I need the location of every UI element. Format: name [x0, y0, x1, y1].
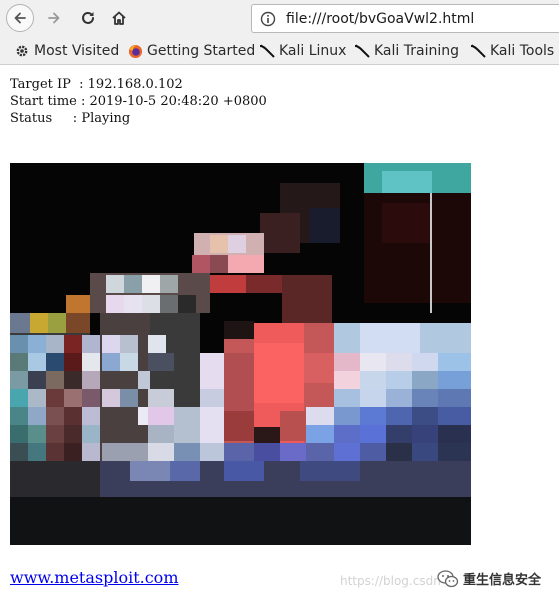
- gear-icon: [14, 43, 30, 59]
- page-content: Target IP : 192.168.0.102 Start time : 2…: [0, 66, 559, 604]
- bookmark-label: Kali Tools: [490, 43, 555, 59]
- kali-icon: [354, 43, 370, 59]
- forward-button[interactable]: [40, 4, 68, 32]
- back-button[interactable]: [6, 4, 34, 32]
- watermark-brand-label: 重生信息安全: [463, 573, 542, 588]
- bookmark-label: Getting Started: [147, 43, 256, 59]
- bookmark-kali-tools[interactable]: Kali Tools: [470, 42, 554, 60]
- bookmark-label: Most Visited: [34, 43, 120, 59]
- bookmark-label: Kali Training: [374, 43, 459, 59]
- navigation-toolbar: file:///root/bvGoaVwl2.html: [0, 0, 559, 37]
- arrow-right-icon: [48, 12, 60, 24]
- kali-icon: [259, 43, 275, 59]
- arrow-left-icon: [14, 12, 26, 24]
- kali-icon: [470, 43, 486, 59]
- bookmarks-toolbar: Most Visited Getting Started Kali Linux …: [0, 37, 559, 65]
- metasploit-link[interactable]: www.metasploit.com: [10, 568, 178, 587]
- home-button[interactable]: [105, 4, 133, 32]
- reload-icon: [82, 11, 94, 24]
- watermark-url: https://blog.csdn: [340, 574, 441, 588]
- bookmark-kali-training[interactable]: Kali Training: [354, 42, 459, 60]
- address-bar[interactable]: file:///root/bvGoaVwl2.html: [251, 4, 559, 33]
- webcam-stream-image: [10, 163, 471, 545]
- firefox-icon: [127, 43, 143, 59]
- bookmark-label: Kali Linux: [279, 43, 347, 59]
- bookmark-getting-started[interactable]: Getting Started: [127, 42, 255, 60]
- info-icon[interactable]: [260, 11, 276, 27]
- wechat-icon: [437, 569, 459, 587]
- start-time-line: Start time : 2019-10-5 20:48:20 +0800: [10, 94, 267, 109]
- bookmark-kali-linux[interactable]: Kali Linux: [259, 42, 346, 60]
- bookmark-most-visited[interactable]: Most Visited: [14, 42, 119, 60]
- watermark-brand: 重生信息安全: [437, 569, 541, 588]
- url-text[interactable]: file:///root/bvGoaVwl2.html: [286, 11, 474, 27]
- target-ip-line: Target IP : 192.168.0.102: [10, 77, 183, 92]
- home-icon: [112, 11, 126, 25]
- reload-button[interactable]: [74, 4, 102, 32]
- status-line: Status : Playing: [10, 111, 131, 126]
